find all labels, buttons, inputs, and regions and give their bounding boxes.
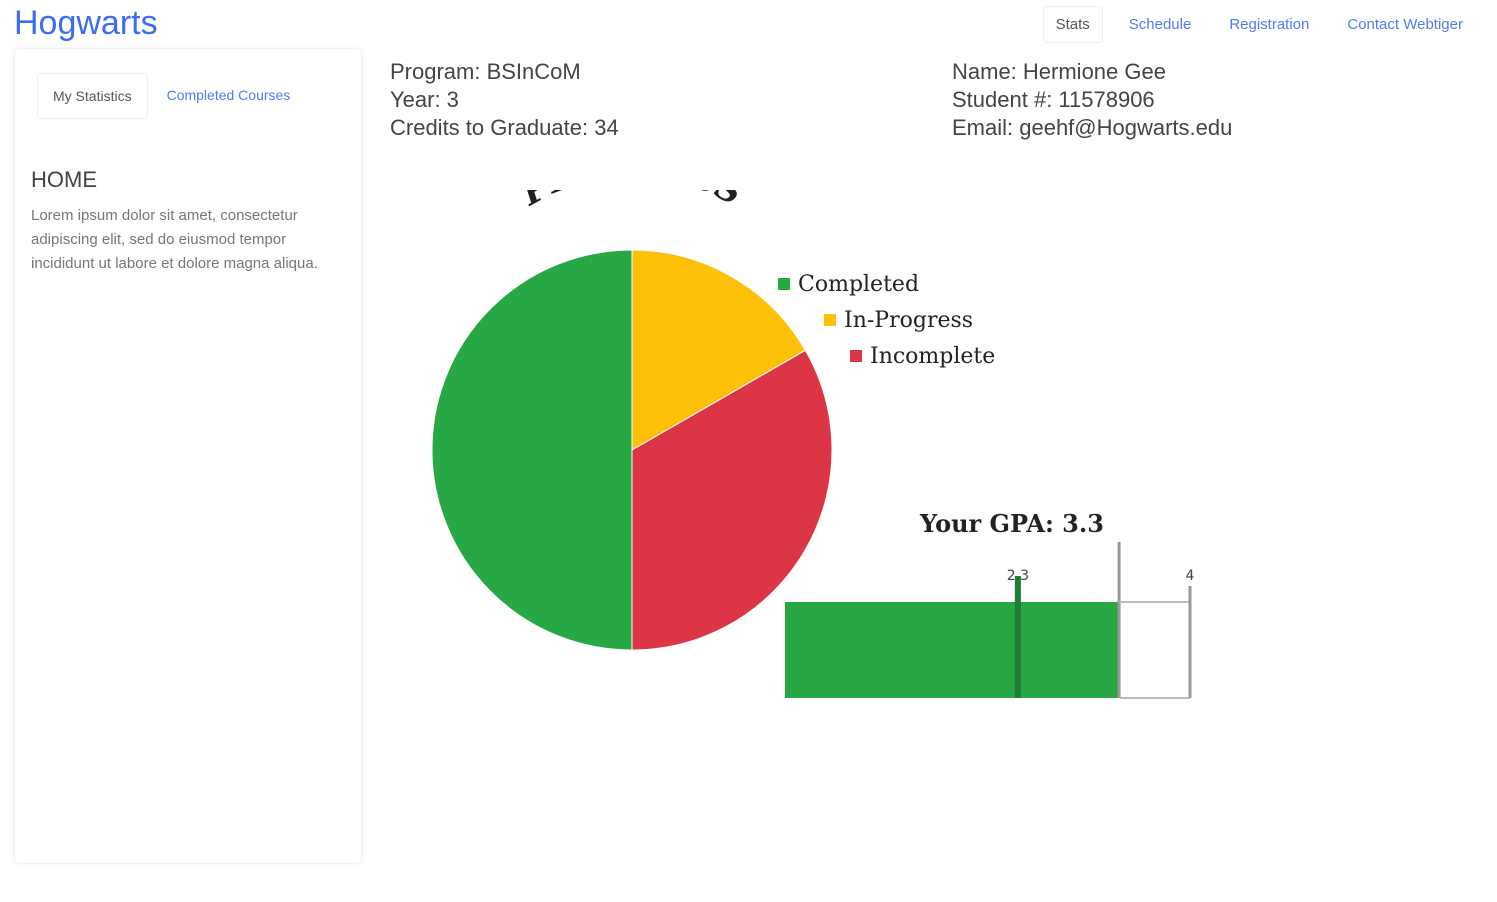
top-navbar: Hogwarts Stats Schedule Registration Con… — [0, 0, 1497, 46]
charts-area: PROGRESS Your GPA: 3.3 2.3 4 Completed In-Pr… — [380, 190, 1240, 730]
sidebar-tabs: My Statistics Completed Courses — [37, 73, 305, 119]
legend-label: Incomplete — [870, 344, 996, 369]
student-info: Name: Hermione Gee Student #: 11578906 E… — [952, 58, 1232, 142]
tab-completed-courses[interactable]: Completed Courses — [152, 73, 306, 119]
legend-label: Completed — [798, 272, 920, 297]
legend-swatch — [778, 278, 790, 290]
nav-item-registration[interactable]: Registration — [1217, 7, 1321, 42]
legend-item-completed: Completed — [778, 272, 919, 297]
pie-title: PROGRESS — [514, 190, 749, 214]
sidebar-heading: HOME — [31, 167, 97, 192]
sidebar-panel: My Statistics Completed Courses HOME Lor… — [14, 48, 362, 864]
program-label: Program: BSInCoM — [390, 59, 581, 84]
program-info: Program: BSInCoM Year: 3 Credits to Grad… — [390, 58, 619, 142]
tab-my-statistics[interactable]: My Statistics — [37, 73, 148, 119]
sidebar-description: Lorem ipsum dolor sit amet, consectetur … — [31, 207, 318, 272]
gpa-tick-label: 2.3 — [1007, 568, 1029, 584]
year-label: Year: 3 — [390, 87, 459, 112]
nav-item-stats[interactable]: Stats — [1042, 6, 1103, 43]
gpa-title: Your GPA: 3.3 — [919, 509, 1104, 538]
nav-item-schedule[interactable]: Schedule — [1117, 7, 1204, 42]
credits-label: Credits to Graduate: 34 — [390, 115, 619, 140]
student-email: Email: geehf@Hogwarts.edu — [952, 115, 1233, 140]
pie-slice-completed — [431, 249, 633, 651]
charts-svg: PROGRESS Your GPA: 3.3 2.3 4 — [431, 190, 1195, 699]
legend-swatch — [850, 350, 862, 362]
student-name: Name: Hermione Gee — [952, 59, 1166, 84]
gpa-bar — [785, 602, 1120, 698]
main-nav: Stats Schedule Registration Contact Webt… — [1042, 6, 1475, 43]
student-number: Student #: 11578906 — [952, 87, 1155, 112]
gpa-tick-label: 4 — [1186, 568, 1195, 584]
brand-link[interactable]: Hogwarts — [14, 4, 158, 43]
legend-swatch — [824, 314, 836, 326]
legend-label: In-Progress — [844, 308, 974, 333]
nav-item-contact[interactable]: Contact Webtiger — [1335, 7, 1475, 42]
legend-item-in-progress: In-Progress — [824, 308, 973, 333]
legend-item-incomplete: Incomplete — [850, 344, 995, 369]
